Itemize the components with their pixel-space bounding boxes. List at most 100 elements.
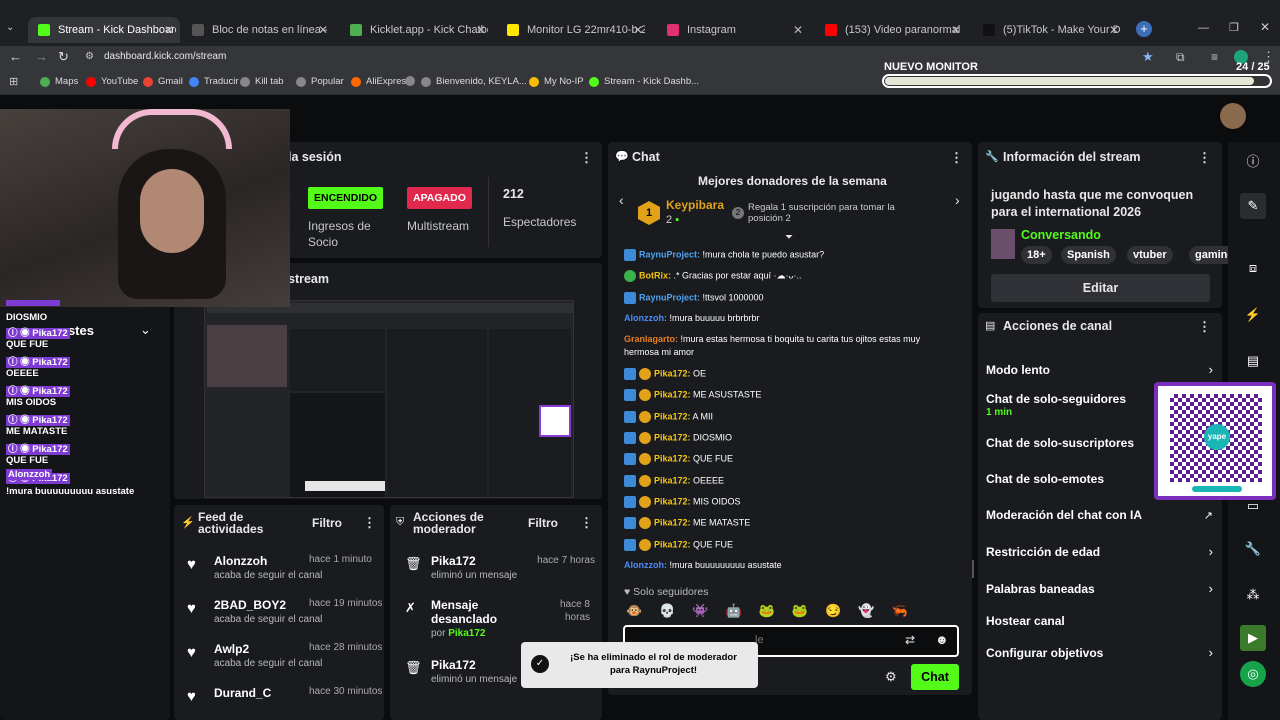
chat-username[interactable]: Pika172: <box>654 411 691 421</box>
chat-send-button[interactable]: Chat <box>911 664 959 690</box>
chat-username[interactable]: Pika172: <box>654 475 691 485</box>
chat-username[interactable]: Pika172: <box>654 368 691 378</box>
actions-menu-icon[interactable]: ⋮ <box>1198 319 1211 335</box>
channel-action[interactable]: Hostear canal <box>986 614 1065 628</box>
chat-message[interactable]: Pika172: OE <box>624 368 706 380</box>
chat-username[interactable]: Pika172: <box>654 539 691 549</box>
chat-message[interactable]: Alonzzoh: !mura buuuuu brbrbrbr <box>624 313 760 323</box>
browser-tab[interactable]: (153) Video paranormal en un✕ <box>815 17 967 43</box>
tab-close-icon[interactable]: ✕ <box>164 23 174 37</box>
donors-prev-icon[interactable]: ‹ <box>619 192 624 208</box>
tab-close-icon[interactable]: ✕ <box>633 23 643 37</box>
chat-username[interactable]: BotRix: <box>639 270 671 280</box>
feed-menu-icon[interactable]: ⋮ <box>363 515 376 531</box>
browser-tab[interactable]: Monitor LG 22mr410-b 21.45 F✕ <box>497 17 649 43</box>
close-window-button[interactable]: ✕ <box>1260 20 1270 34</box>
mod-menu-icon[interactable]: ⋮ <box>580 515 593 531</box>
channel-action[interactable]: Chat de solo-emotes <box>986 472 1104 486</box>
bookmark-item[interactable]: Gmail <box>143 76 183 87</box>
support-icon[interactable]: ◎ <box>1240 661 1266 687</box>
notes-icon[interactable]: ▤ <box>1240 348 1266 374</box>
tool-icon[interactable]: 🔧 <box>1240 536 1266 562</box>
zap-icon[interactable]: ⚡ <box>1240 302 1266 328</box>
pencil-icon[interactable]: ✎ <box>1240 193 1266 219</box>
chat-message[interactable]: Pika172: ME MATASTE <box>624 517 750 529</box>
channel-action[interactable]: Chat de solo-seguidores <box>986 392 1126 406</box>
chat-username[interactable]: Alonzzoh: <box>624 560 667 570</box>
maximize-button[interactable]: ❐ <box>1229 21 1239 34</box>
chat-message[interactable]: RaynuProject: !mura chola te puedo asust… <box>624 249 824 261</box>
chat-username[interactable]: Pika172: <box>654 432 691 442</box>
browser-tab[interactable]: Instagram ✕ <box>657 17 809 43</box>
extensions-icon[interactable]: ⧉ <box>1176 50 1185 65</box>
chat-message[interactable]: Pika172: QUE FUE <box>624 453 733 465</box>
chat-message[interactable]: BotRix: .* Gracias por estar aquí ·☁·ᴗ·.… <box>624 270 802 282</box>
info-icon[interactable]: ⓘ <box>1240 147 1266 173</box>
stream-preview[interactable] <box>204 300 574 498</box>
reload-icon[interactable]: ↻ <box>58 49 69 65</box>
tab-close-icon[interactable]: ✕ <box>793 23 803 37</box>
feed-username[interactable]: Awlp2 <box>214 642 249 656</box>
bookmark-item[interactable]: Stream - Kick Dashb... <box>589 76 699 87</box>
category-name[interactable]: Conversando <box>1021 228 1101 242</box>
tab-close-icon[interactable]: ✕ <box>476 23 486 37</box>
bookmark-item[interactable]: YouTube <box>86 76 138 87</box>
external-link-icon[interactable]: ↗ <box>1204 509 1213 522</box>
chevron-right-icon[interactable]: › <box>1209 544 1213 559</box>
chat-scrollbar[interactable] <box>972 560 974 578</box>
chevron-right-icon[interactable]: › <box>1209 645 1213 660</box>
bookmark-item[interactable]: My No-IP <box>529 76 584 87</box>
bookmark-item[interactable]: Bienvenido, KEYLA... <box>421 76 527 87</box>
forward-icon[interactable]: → <box>35 49 48 64</box>
channel-action[interactable]: Modo lento <box>986 363 1050 377</box>
emote-strip[interactable]: 🐵💀👾🤖🐸🐸😏👻🦐 <box>626 603 961 621</box>
tab-close-icon[interactable]: ✕ <box>318 23 328 37</box>
translate-icon[interactable]: ⇄ <box>905 633 915 647</box>
chat-message[interactable]: Granlagarto: !mura estas hermosa ti boqu… <box>624 334 920 357</box>
bookmark-item[interactable]: Traducir <box>189 76 239 87</box>
scan-icon[interactable]: ⧈ <box>1240 255 1266 281</box>
edit-button[interactable]: Editar <box>991 274 1210 302</box>
media-icon[interactable]: ≡ <box>1211 50 1218 64</box>
browser-tab[interactable]: (5)TikTok - Make Your Day ✕ <box>973 17 1125 43</box>
donors-next-icon[interactable]: › <box>955 192 960 208</box>
chat-message[interactable]: Pika172: A MII <box>624 411 713 423</box>
chat-username[interactable]: RaynuProject: <box>639 249 700 259</box>
stream-tag[interactable]: 18+ <box>1021 246 1052 264</box>
tab-close-icon[interactable]: ✕ <box>1109 23 1119 37</box>
chat-message[interactable]: RaynuProject: !ttsvol 1000000 <box>624 292 764 304</box>
chevron-right-icon[interactable]: › <box>1209 362 1213 377</box>
channel-action[interactable]: Moderación del chat con IA <box>986 508 1142 522</box>
stream-tag[interactable]: vtuber <box>1127 246 1173 264</box>
chat-username[interactable]: Alonzzoh: <box>624 313 667 323</box>
chat-settings-icon[interactable]: ⚙ <box>885 669 897 685</box>
status-on-badge[interactable]: ENCENDIDO <box>308 187 384 209</box>
bookmark-item[interactable] <box>405 76 420 86</box>
channel-action[interactable]: Restricción de edad <box>986 545 1100 559</box>
chat-username[interactable]: Pika172: <box>654 389 691 399</box>
channel-action[interactable]: Palabras baneadas <box>986 582 1095 596</box>
new-tab-button[interactable]: + <box>1136 21 1152 37</box>
address-bar[interactable]: dashboard.kick.com/stream <box>104 51 226 62</box>
feed-username[interactable]: Alonzzoh <box>214 554 267 568</box>
chat-username[interactable]: RaynuProject: <box>639 292 700 302</box>
donor-name[interactable]: Keypibara <box>666 198 724 212</box>
chat-message[interactable]: Pika172: DIOSMIO <box>624 432 732 444</box>
feed-filter-button[interactable]: Filtro <box>312 516 342 530</box>
chat-username[interactable]: Pika172: <box>654 453 691 463</box>
chat-message[interactable]: Pika172: ME ASUSTASTE <box>624 389 761 401</box>
chat-username[interactable]: Granlagarto: <box>624 334 678 344</box>
user-avatar[interactable] <box>1220 103 1246 129</box>
clip-icon[interactable]: ▶ <box>1240 625 1266 651</box>
sidebar-chevron-icon[interactable]: ⌄ <box>140 322 151 338</box>
tab-close-icon[interactable]: ✕ <box>951 23 961 37</box>
bookmark-item[interactable]: Popular <box>296 76 344 87</box>
mod-filter-button[interactable]: Filtro <box>528 516 558 530</box>
chat-username[interactable]: Pika172: <box>654 496 691 506</box>
chat-message[interactable]: Pika172: OEEEE <box>624 475 724 487</box>
session-menu-icon[interactable]: ⋮ <box>580 150 593 166</box>
site-info-icon[interactable]: ⚙ <box>85 51 94 62</box>
apps-icon[interactable]: ⊞ <box>9 75 18 88</box>
emoji-icon[interactable]: ☻ <box>935 632 949 647</box>
collapse-icon[interactable]: ⏷ <box>785 232 793 243</box>
